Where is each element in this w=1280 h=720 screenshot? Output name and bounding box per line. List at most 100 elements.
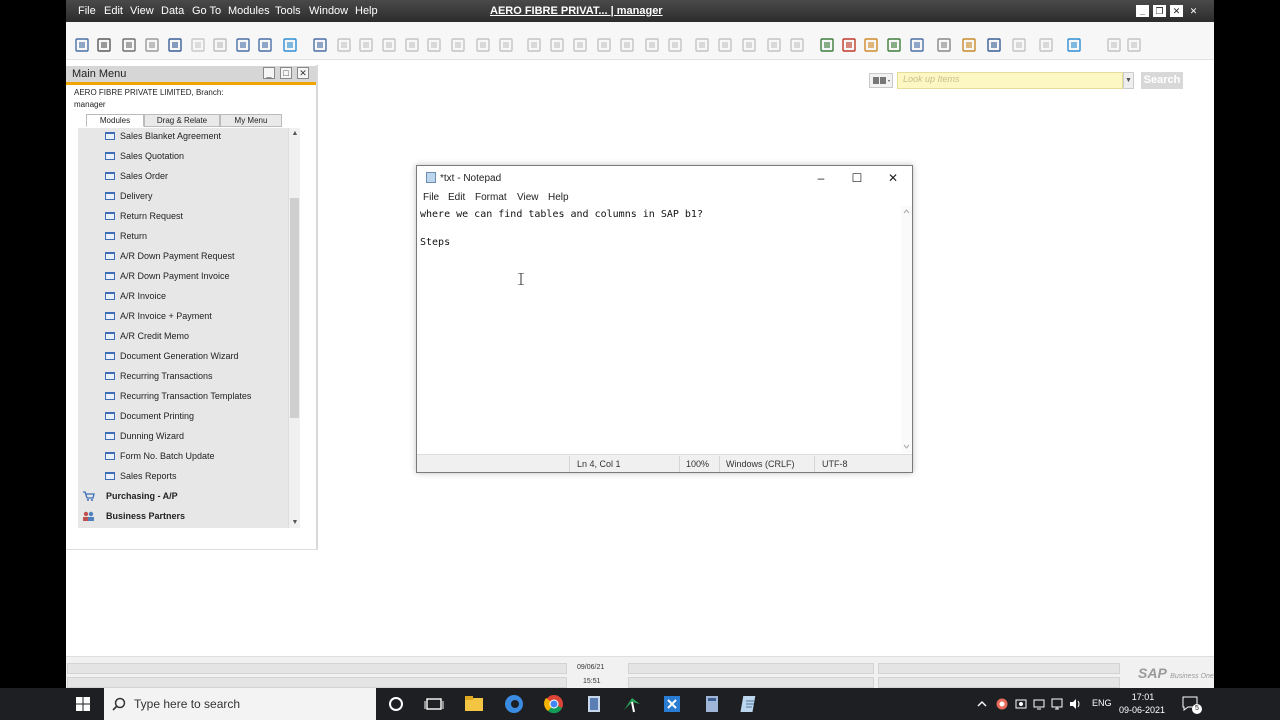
form-settings-icon[interactable] — [741, 37, 757, 53]
app-icon[interactable] — [582, 692, 606, 716]
np-menu-help[interactable]: Help — [548, 192, 569, 203]
menu-category[interactable]: Business Partners — [78, 506, 288, 526]
find-icon[interactable] — [257, 37, 273, 53]
tray-network-adapter-icon[interactable] — [1014, 697, 1028, 711]
close-all-icon[interactable] — [1126, 37, 1142, 53]
journal-icon[interactable] — [644, 37, 660, 53]
notepad-maximize-button[interactable]: ☐ — [842, 169, 872, 187]
main-menu-scrollbar[interactable]: ▲ ▼ — [288, 128, 300, 528]
print-icon[interactable] — [96, 37, 112, 53]
volume-icon[interactable] — [667, 37, 683, 53]
tray-clock-time[interactable]: 17:01 — [1126, 691, 1160, 704]
app-restore-button[interactable]: ❐ — [1153, 5, 1166, 17]
menu-item[interactable]: Recurring Transactions — [78, 366, 288, 386]
tab-modules[interactable]: Modules — [86, 114, 144, 127]
menu-item[interactable]: Sales Blanket Agreement — [78, 128, 288, 146]
base-document-icon[interactable] — [526, 37, 542, 53]
email-icon[interactable] — [121, 37, 137, 53]
menu-item[interactable]: A/R Invoice — [78, 286, 288, 306]
menu-item[interactable]: Sales Reports — [78, 466, 288, 486]
paste-icon[interactable] — [235, 37, 251, 53]
chrome-icon[interactable] — [542, 692, 566, 716]
document-app-icon[interactable] — [700, 692, 724, 716]
notepad-scrollbar[interactable] — [901, 206, 912, 453]
window-icon[interactable] — [1038, 37, 1054, 53]
message-icon[interactable] — [766, 37, 782, 53]
windows-start-icon[interactable] — [76, 697, 90, 711]
excel-icon[interactable] — [841, 37, 857, 53]
app-window-close-icon[interactable]: ✕ — [1187, 5, 1200, 17]
menu-item[interactable]: Recurring Transaction Templates — [78, 386, 288, 406]
scroll-down-icon[interactable]: ▼ — [289, 517, 301, 528]
menu-edit[interactable]: Edit — [104, 5, 123, 17]
menu-item[interactable]: Return — [78, 226, 288, 246]
tray-clock-date[interactable]: 09-06-2021 — [1119, 705, 1165, 715]
menu-item[interactable]: A/R Down Payment Request — [78, 246, 288, 266]
alert-icon[interactable] — [789, 37, 805, 53]
next-record-icon[interactable] — [404, 37, 420, 53]
lock-icon[interactable] — [312, 37, 328, 53]
pdf-icon[interactable] — [863, 37, 879, 53]
menu-item[interactable]: Document Generation Wizard — [78, 346, 288, 366]
filter-icon[interactable] — [475, 37, 491, 53]
menu-help[interactable]: Help — [355, 5, 378, 17]
menu-modules[interactable]: Modules — [228, 5, 270, 17]
notepad-text-area[interactable]: where we can find tables and columns in … — [417, 206, 901, 453]
menu-item[interactable]: Sales Quotation — [78, 146, 288, 166]
search-button[interactable]: Search — [1141, 72, 1183, 89]
menu-goto[interactable]: Go To — [192, 5, 221, 17]
query-icon[interactable] — [986, 37, 1002, 53]
sap-launcher-icon[interactable] — [620, 692, 644, 716]
np-menu-view[interactable]: View — [517, 192, 539, 203]
main-menu-minimize-button[interactable]: _ — [263, 67, 275, 79]
menu-window[interactable]: Window — [309, 5, 348, 17]
app-close-button[interactable]: ✕ — [1170, 5, 1183, 17]
np-menu-format[interactable]: Format — [475, 192, 507, 203]
settings-icon[interactable] — [717, 37, 733, 53]
cancel-icon[interactable] — [190, 37, 206, 53]
plugin-icon[interactable] — [1011, 37, 1027, 53]
excel-icon[interactable] — [660, 692, 684, 716]
tray-monitor-icon[interactable] — [1032, 697, 1046, 711]
tray-language[interactable]: ENG — [1092, 698, 1112, 708]
menu-item[interactable]: Return Request — [78, 206, 288, 226]
lookup-dropdown-button[interactable]: ▼ — [1123, 72, 1134, 89]
menu-item[interactable]: Delivery — [78, 186, 288, 206]
tray-chevron-up-icon[interactable] — [976, 698, 988, 710]
task-view-icon[interactable] — [422, 692, 446, 716]
sort-icon[interactable] — [498, 37, 514, 53]
target-document-icon[interactable] — [549, 37, 565, 53]
menu-item[interactable]: A/R Invoice + Payment — [78, 306, 288, 326]
tab-my-menu[interactable]: My Menu — [220, 114, 282, 127]
export-icon[interactable] — [144, 37, 160, 53]
lookup-options-button[interactable] — [869, 73, 893, 88]
tray-app-icon[interactable] — [995, 697, 1009, 711]
menu-item[interactable]: Form No. Batch Update — [78, 446, 288, 466]
np-menu-file[interactable]: File — [423, 192, 439, 203]
layout-icon[interactable] — [336, 37, 352, 53]
menu-item[interactable]: Dunning Wizard — [78, 426, 288, 446]
notepad-close-button[interactable]: ✕ — [878, 169, 908, 187]
tray-network-icon[interactable] — [1050, 697, 1064, 711]
freight-icon[interactable] — [619, 37, 635, 53]
menu-item[interactable]: A/R Credit Memo — [78, 326, 288, 346]
add-icon[interactable] — [282, 37, 298, 53]
tools-icon[interactable] — [936, 37, 952, 53]
scrollbar-thumb[interactable] — [290, 198, 299, 418]
refresh-icon[interactable] — [450, 37, 466, 53]
preview-icon[interactable] — [74, 37, 90, 53]
menu-item[interactable]: A/R Down Payment Invoice — [78, 266, 288, 286]
app-minimize-button[interactable]: _ — [1136, 5, 1149, 17]
edge-icon[interactable] — [502, 692, 526, 716]
menu-category[interactable]: Purchasing - A/P — [78, 486, 288, 506]
main-menu-maximize-button[interactable]: □ — [280, 67, 292, 79]
notepad-task-icon[interactable] — [738, 692, 762, 716]
taskbar-search-box[interactable]: Type here to search — [104, 688, 376, 720]
notepad-minimize-button[interactable]: – — [806, 169, 836, 187]
menu-view[interactable]: View — [130, 5, 154, 17]
tray-volume-icon[interactable] — [1068, 697, 1082, 711]
notepad-title-bar[interactable]: *txt - Notepad – ☐ ✕ — [417, 166, 912, 189]
copy-icon[interactable] — [212, 37, 228, 53]
close-form-icon[interactable] — [1106, 37, 1122, 53]
lookup-input[interactable]: Look up Items — [897, 72, 1123, 89]
